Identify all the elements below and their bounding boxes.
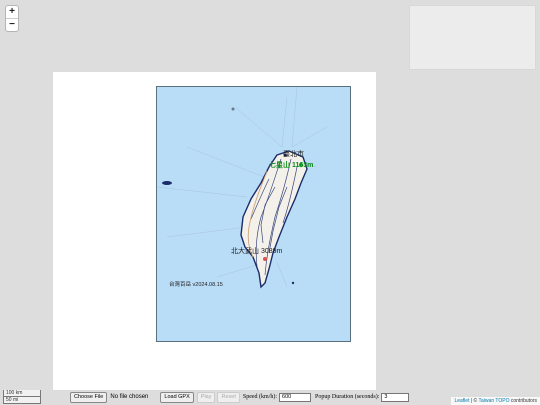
- zoom-out-button[interactable]: −: [6, 19, 18, 31]
- map-attribution: Leaflet | © Taiwan TOPO contributors: [451, 397, 540, 405]
- play-button[interactable]: Play: [196, 391, 216, 403]
- choose-file-button[interactable]: Choose File: [70, 391, 108, 403]
- map-version-label: 台灣百岳 v2024.08.15: [169, 282, 223, 288]
- taiwan-topo-link[interactable]: Taiwan TOPO: [479, 398, 510, 404]
- zoom-control: + −: [5, 5, 19, 32]
- map-label-peak-south: 北大武山 3089m: [231, 248, 283, 255]
- playback-controls: Choose File No file chosen Load GPX Play…: [70, 391, 410, 403]
- leaflet-link[interactable]: Leaflet: [454, 398, 469, 404]
- taiwan-island-graphic: [157, 87, 328, 289]
- speed-label: Speed (km/h):: [242, 394, 278, 400]
- speed-input[interactable]: 600: [279, 392, 312, 402]
- map-label-city: 臺北市: [283, 151, 304, 158]
- attribution-separator: | ©: [469, 398, 479, 404]
- minimap-overview[interactable]: [409, 5, 536, 70]
- popup-duration-label: Popup Duration (seconds):: [315, 394, 380, 400]
- attribution-suffix: contributors: [509, 398, 537, 404]
- zoom-in-button[interactable]: +: [6, 6, 18, 19]
- file-status-text: No file chosen: [110, 394, 149, 400]
- map-label-peak-north: 七星山 1163m: [269, 162, 314, 169]
- scale-bar-mi: 50 mi: [3, 397, 41, 404]
- reset-button[interactable]: Reset: [217, 391, 240, 403]
- scale-bar-km: 100 km: [3, 390, 41, 397]
- load-gpx-button[interactable]: Load GPX: [160, 391, 194, 403]
- taiwan-map-image[interactable]: 臺北市 七星山 1163m 北大武山 3089m 台灣百岳 v2024.08.1…: [156, 86, 351, 342]
- popup-duration-input[interactable]: 3: [381, 392, 410, 402]
